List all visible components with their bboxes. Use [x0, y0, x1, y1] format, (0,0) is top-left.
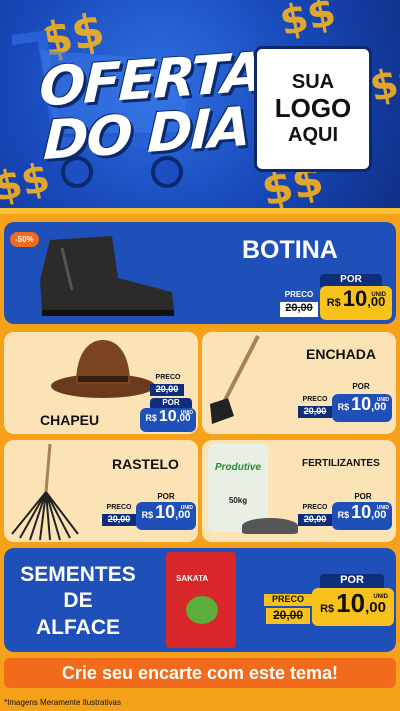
price-preco-label: PRECO [155, 374, 181, 381]
currency-label: R$ [141, 510, 154, 520]
logo-text-line3: AQUI [288, 123, 338, 146]
price-por-label: POR [320, 574, 384, 588]
price-integer: 10 [336, 588, 366, 618]
logo-placeholder[interactable]: SUA LOGO AQUI [254, 46, 372, 172]
dollar-decoration-icon: $$ [275, 0, 340, 46]
new-price: R$ 10 ,00 UNID [332, 394, 392, 422]
rake-image [11, 443, 79, 541]
new-price: R$ 10 ,00 UNID [136, 502, 196, 530]
seed-pack-image: SAKATA [166, 552, 236, 648]
header-divider [0, 208, 400, 214]
price-por-label: POR [354, 492, 372, 501]
unit-label: UNID [376, 505, 389, 511]
price-preco-label: PRECO [284, 290, 314, 299]
product-card-fertilizantes[interactable]: Produtive 50kg FERTILIZANTES POR PRECO 2… [202, 440, 396, 542]
price-preco-label: PRECO [302, 396, 328, 403]
new-price: R$ 10 ,00 UNID [140, 408, 196, 432]
currency-label: R$ [320, 603, 335, 615]
footer-disclaimer: *Imagens Meramente Ilustrativas [0, 692, 400, 711]
unit-label: UNID [180, 410, 193, 416]
product-card-botina[interactable]: -50% BOTINA POR PRECO 20,00 R$ 10 ,00 UN… [4, 222, 396, 324]
product-name: CHAPEU [40, 412, 100, 428]
product-name: ENCHADA [306, 346, 376, 362]
product-card-chapeu[interactable]: CHAPEU PRECO 20,00 POR R$ 10 ,00 UNID [4, 332, 198, 434]
product-name-line2: DE [63, 589, 93, 613]
hoe-image [210, 335, 260, 424]
title-do-dia: DO DIA [42, 94, 250, 173]
bag-weight: 50kg [228, 496, 248, 505]
unit-label: UNID [371, 292, 386, 298]
old-price: 20,00 [150, 384, 184, 396]
product-name: FERTILIZANTES [302, 458, 380, 469]
old-price: 20,00 [102, 514, 136, 526]
logo-text-line1: SUA [291, 71, 335, 94]
bag-brand: Produtive [214, 462, 262, 473]
product-card-sementes[interactable]: SEMENTES DE ALFACE SAKATA POR PRECO 20,0… [4, 548, 396, 652]
product-card-rastelo[interactable]: RASTELO POR PRECO 20,00 R$ 10 ,00 UNID [4, 440, 198, 542]
product-name-line3: ALFACE [36, 615, 120, 639]
new-price: R$ 10 ,00 UNID [332, 502, 392, 530]
unit-label: UNID [376, 397, 389, 403]
price-por-label: POR [150, 398, 192, 408]
price-preco-label: PRECO [106, 504, 132, 511]
cta-banner[interactable]: Crie seu encarte com este tema! [4, 658, 396, 688]
old-price: 20,00 [280, 302, 318, 317]
pack-brand: SAKATA [176, 574, 209, 583]
currency-label: R$ [145, 413, 157, 423]
fertilizer-pile-image [242, 518, 298, 534]
price-integer: 10 [351, 502, 372, 522]
lettuce-icon [186, 596, 218, 624]
price-integer: 10 [155, 502, 176, 522]
product-name: BOTINA [242, 236, 338, 264]
product-name: RASTELO [112, 456, 179, 472]
price-integer: 10 [158, 408, 177, 425]
new-price: R$ 10 ,00 UNID [312, 588, 394, 626]
currency-label: R$ [337, 402, 350, 412]
price-integer: 10 [351, 394, 372, 414]
unit-label: UNID [373, 594, 388, 600]
currency-label: R$ [337, 510, 350, 520]
price-preco-label: PRECO [302, 504, 328, 511]
product-card-enchada[interactable]: ENCHADA POR PRECO 20,00 R$ 10 ,00 UNID [202, 332, 396, 434]
header-banner: $$ $$ $$ $$ $$ OFERTA DO DIA SUA LOGO AQ… [0, 0, 400, 212]
old-price: 20,00 [298, 514, 332, 526]
price-por-label: POR [157, 492, 175, 501]
old-price: 20,00 [298, 406, 332, 418]
product-name-line1: SEMENTES [20, 563, 136, 586]
currency-label: R$ [326, 297, 341, 309]
price-preco-label: PRECO [264, 594, 312, 606]
price-por-label: POR [352, 382, 370, 391]
boot-image [40, 236, 174, 316]
logo-text-line2: LOGO [274, 93, 352, 124]
new-price: R$ 10 ,00 UNID [320, 286, 392, 320]
price-decimal: ,00 [365, 599, 386, 616]
old-price: 20,00 [266, 608, 310, 624]
product-name: SEMENTES DE ALFACE [10, 562, 146, 641]
unit-label: UNID [180, 505, 193, 511]
hat-image [51, 340, 155, 398]
price-integer: 10 [342, 286, 368, 311]
